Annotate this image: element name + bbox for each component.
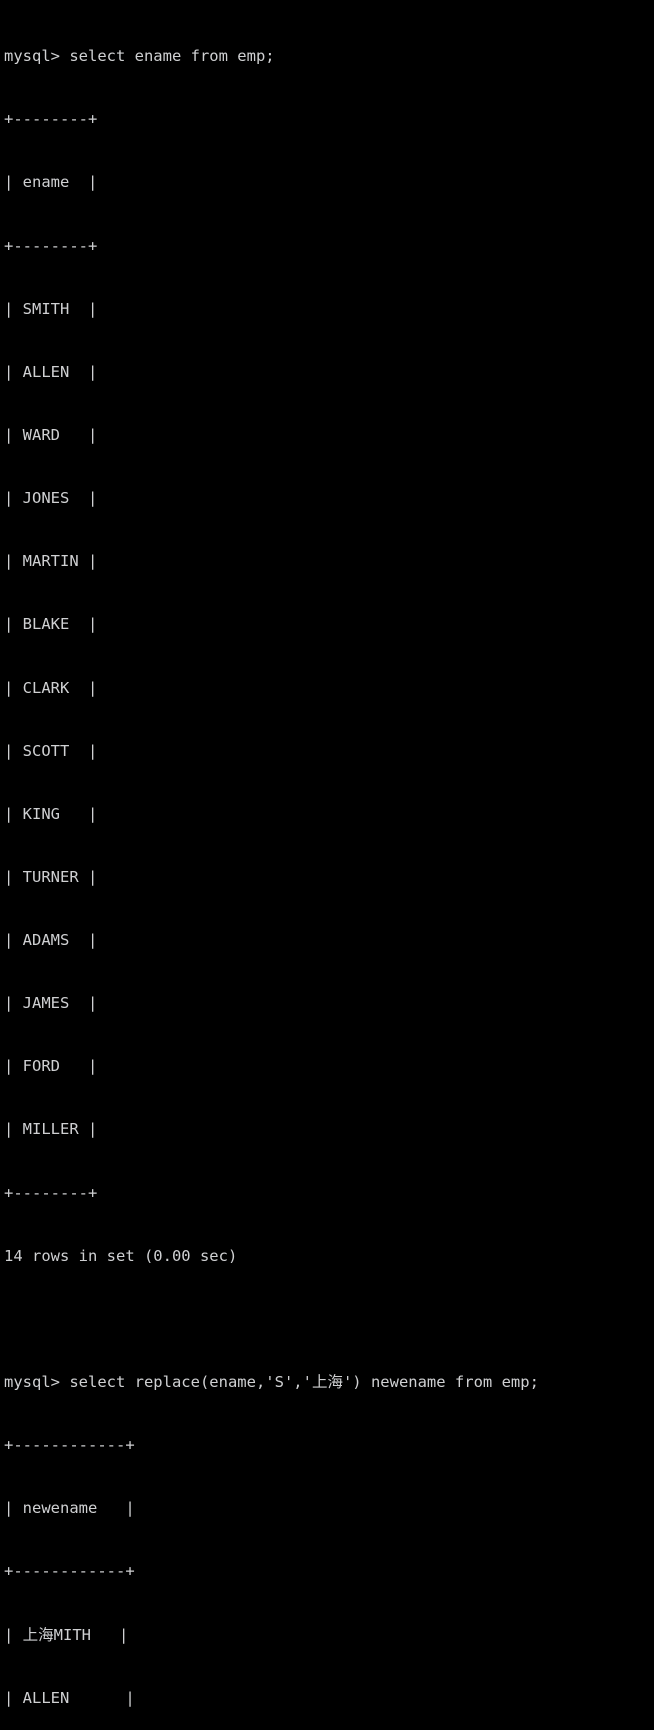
table-row: | CLARK |: [4, 678, 98, 697]
table2-top-border: +------------+: [4, 1436, 135, 1455]
table2-header-separator: +------------+: [4, 1562, 135, 1581]
table-row: | SCOTT |: [4, 741, 98, 760]
table-row: | WARD |: [4, 425, 98, 444]
table-row: | JAMES |: [4, 994, 98, 1013]
table-row: | TURNER |: [4, 867, 98, 886]
table-row: | ALLEN |: [4, 362, 98, 381]
table-row: | 上海MITH |: [4, 1625, 129, 1644]
table1-top-border: +--------+: [4, 110, 98, 129]
prompt-line-select-ename: mysql> select ename from emp;: [4, 47, 275, 66]
table-row: | SMITH |: [4, 299, 98, 318]
terminal-window[interactable]: mysql> select ename from emp; +--------+…: [0, 0, 654, 1707]
table1-header-separator: +--------+: [4, 236, 98, 255]
table1-bottom-border: +--------+: [4, 1183, 98, 1202]
table-row: | MARTIN |: [4, 552, 98, 571]
table2-header-row: | newename |: [4, 1499, 135, 1518]
prompt-line-select-replace: mysql> select replace(ename,'S','上海') ne…: [4, 1373, 539, 1392]
table1-status-line: 14 rows in set (0.00 sec): [4, 1246, 238, 1265]
table-row: | MILLER |: [4, 1120, 98, 1139]
table-row: | ADAMS |: [4, 931, 98, 950]
table-row: | FORD |: [4, 1057, 98, 1076]
table-row: | BLAKE |: [4, 615, 98, 634]
table-row: | KING |: [4, 804, 98, 823]
table-row: | ALLEN |: [4, 1688, 135, 1707]
table-row: | JONES |: [4, 489, 98, 508]
table1-header-row: | ename |: [4, 173, 98, 192]
